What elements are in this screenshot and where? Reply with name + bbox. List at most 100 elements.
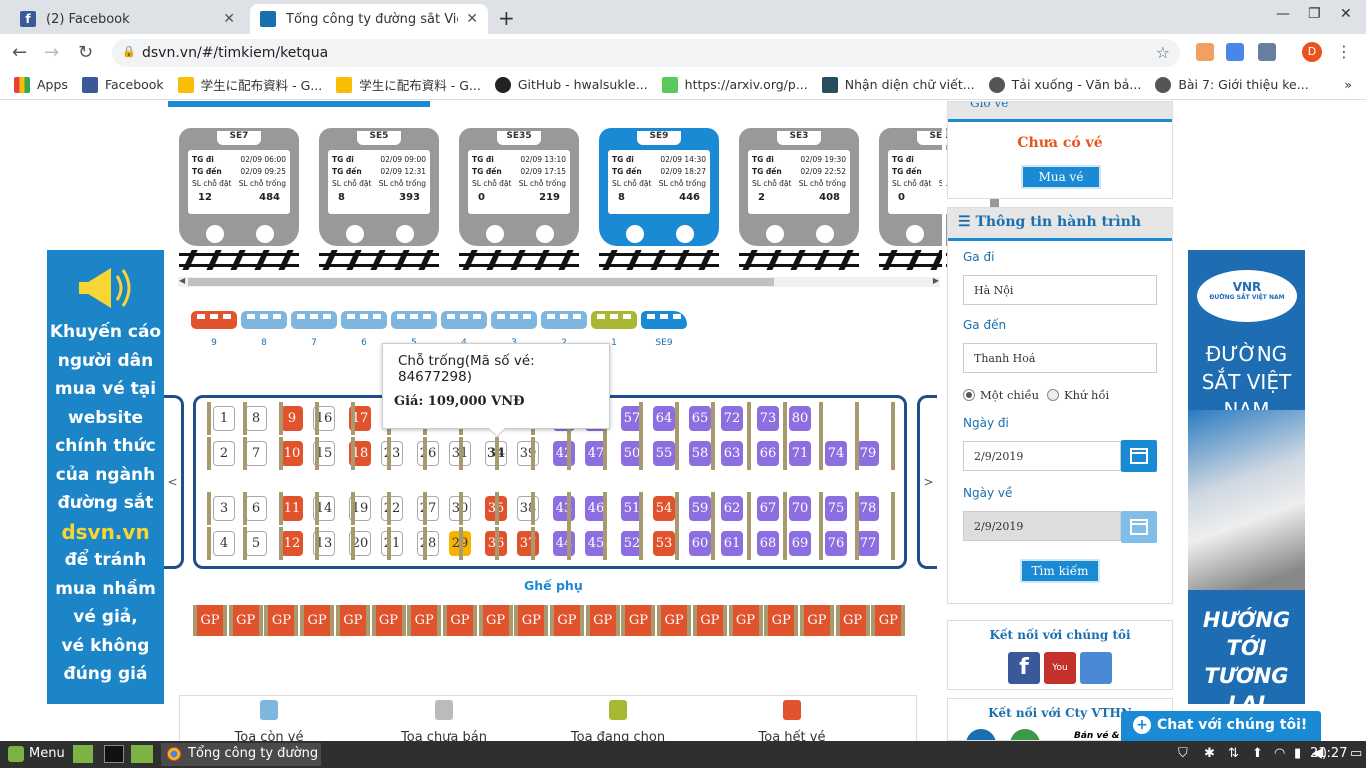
chat-button[interactable]: + Chat với chúng tôi! (1121, 711, 1321, 741)
extra-seat[interactable]: GP (799, 605, 834, 636)
bookmark-download[interactable]: Tải xuống - Văn bả... (988, 76, 1141, 93)
train-card[interactable]: SE3 TG đi 02/09 19:30 TG đến 02/09 22:52 SL c… (739, 128, 859, 246)
seat[interactable]: 71 (789, 441, 811, 466)
restore-icon[interactable]: ❐ (1308, 6, 1321, 22)
facebook-icon[interactable]: f (1008, 652, 1040, 684)
from-field[interactable]: Hà Nội (963, 275, 1157, 305)
buy-button[interactable]: Mua vé (1021, 165, 1101, 189)
seat[interactable]: 67 (757, 496, 779, 521)
seat[interactable]: 78 (857, 496, 879, 521)
car-item[interactable] (441, 311, 487, 329)
seat[interactable]: 8 (245, 406, 267, 431)
minimize-icon[interactable]: — (1276, 6, 1290, 22)
train-card[interactable]: SE7 TG đi 02/09 06:00 TG đến 02/09 09:25 SL c… (179, 128, 299, 246)
show-desktop-icon[interactable] (73, 745, 93, 763)
seat[interactable]: 63 (721, 441, 743, 466)
seat[interactable]: 61 (721, 531, 743, 556)
seat[interactable]: 3 (213, 496, 235, 521)
prev-coach-button[interactable]: < (164, 395, 184, 569)
extra-seat[interactable]: GP (300, 605, 335, 636)
profile-avatar[interactable]: D (1302, 42, 1322, 62)
extra-seat[interactable]: GP (371, 605, 406, 636)
extension-icon[interactable] (1196, 43, 1214, 61)
reload-icon[interactable]: ↻ (78, 42, 93, 63)
notification-icon[interactable]: ▭ (1350, 746, 1362, 761)
seat[interactable]: 26 (417, 441, 439, 466)
extra-seat[interactable]: GP (871, 605, 906, 636)
date-field[interactable]: 2/9/2019 (963, 441, 1121, 471)
extra-seat[interactable]: GP (335, 605, 370, 636)
back-icon[interactable]: ← (12, 42, 27, 63)
seat[interactable]: 59 (689, 496, 711, 521)
seat[interactable]: 11 (281, 496, 303, 521)
roundtrip-radio[interactable] (1046, 389, 1059, 401)
oneway-radio[interactable] (963, 389, 975, 401)
new-tab-button[interactable]: + (498, 6, 515, 30)
extra-seat[interactable]: GP (692, 605, 727, 636)
to-field[interactable]: Thanh Hoá (963, 343, 1157, 373)
bookmark-drive[interactable]: 学生に配布資料 - G... (177, 75, 322, 94)
extra-seat[interactable]: GP (514, 605, 549, 636)
seat[interactable]: 54 (653, 496, 675, 521)
calendar-icon[interactable] (1121, 440, 1157, 472)
seat[interactable]: 43 (553, 496, 575, 521)
seat[interactable]: 76 (825, 531, 847, 556)
battery-icon[interactable]: ▮ (1294, 746, 1301, 761)
menu-dots-icon[interactable]: ⋮ (1336, 42, 1352, 61)
extra-seat[interactable]: GP (228, 605, 263, 636)
train-card[interactable]: SE9 TG đi 02/09 14:30 TG đến 02/09 18:27 SL c… (599, 128, 719, 246)
bookmark-apps[interactable]: Apps (14, 76, 68, 93)
search-button[interactable]: Tìm kiếm (1020, 559, 1100, 583)
train-list-scrollbar[interactable]: ◀ ▶ (178, 276, 940, 287)
car-item[interactable] (241, 311, 287, 329)
seat[interactable]: 68 (757, 531, 779, 556)
clock[interactable]: 21:27 (1310, 746, 1347, 761)
seat[interactable]: 72 (721, 406, 743, 431)
seat[interactable]: 42 (553, 441, 575, 466)
seat[interactable]: 1 (213, 406, 235, 431)
return-date-field[interactable]: 2/9/2019 (963, 511, 1121, 541)
train-card[interactable]: SE5 TG đi 02/09 09:00 TG đến 02/09 12:31 SL c… (319, 128, 439, 246)
network-icon[interactable]: ⇅ (1228, 746, 1239, 761)
seat[interactable]: 73 (757, 406, 779, 431)
seat[interactable]: 2 (213, 441, 235, 466)
seat[interactable]: 79 (857, 441, 879, 466)
forward-icon[interactable]: → (44, 42, 59, 63)
seat[interactable]: 69 (789, 531, 811, 556)
extra-seat[interactable]: GP (585, 605, 620, 636)
seat[interactable]: 22 (381, 496, 403, 521)
extra-seat[interactable]: GP (442, 605, 477, 636)
tab-facebook[interactable]: f (2) Facebook ✕ (10, 4, 245, 34)
partner-logo[interactable] (966, 729, 996, 740)
car-item[interactable] (641, 311, 687, 329)
extra-seat[interactable]: GP (193, 605, 227, 636)
seat[interactable]: 12 (281, 531, 303, 556)
bookmark-arxiv[interactable]: https://arxiv.org/p... (661, 76, 808, 93)
youtube-icon[interactable]: You (1044, 652, 1076, 684)
car-item[interactable] (291, 311, 337, 329)
extra-seat[interactable]: GP (621, 605, 656, 636)
more-bookmarks[interactable]: » (1344, 77, 1352, 92)
seat[interactable]: 58 (689, 441, 711, 466)
bookmark-star-icon[interactable]: ☆ (1156, 43, 1170, 62)
seat[interactable]: 27 (417, 496, 439, 521)
scrollbar-thumb[interactable] (188, 278, 774, 286)
globe-icon[interactable] (1010, 729, 1040, 740)
seat[interactable]: 74 (825, 441, 847, 466)
seat[interactable]: 4 (213, 531, 235, 556)
scroll-left-icon[interactable]: ◀ (179, 276, 185, 285)
tab-dsvn[interactable]: Tổng công ty đường sắt Việt Nam ✕ (250, 4, 488, 34)
extra-seat[interactable]: GP (657, 605, 692, 636)
extra-seat[interactable]: GP (835, 605, 870, 636)
right-banner-ad[interactable]: VNR ĐƯỜNG SẮT VIỆT NAM ĐƯỜNG SẮT VIỆT NA… (1188, 250, 1305, 716)
seat[interactable]: 60 (689, 531, 711, 556)
car-number[interactable]: 6 (341, 338, 387, 348)
close-tab-icon[interactable]: ✕ (223, 11, 235, 27)
shield-icon[interactable]: ⛉ (1178, 746, 1188, 761)
seat[interactable]: 66 (757, 441, 779, 466)
car-item[interactable] (341, 311, 387, 329)
wifi-icon[interactable]: ◠ (1274, 746, 1285, 761)
car-item[interactable] (541, 311, 587, 329)
extra-seat[interactable]: GP (550, 605, 584, 636)
seat[interactable]: 39 (517, 441, 539, 466)
